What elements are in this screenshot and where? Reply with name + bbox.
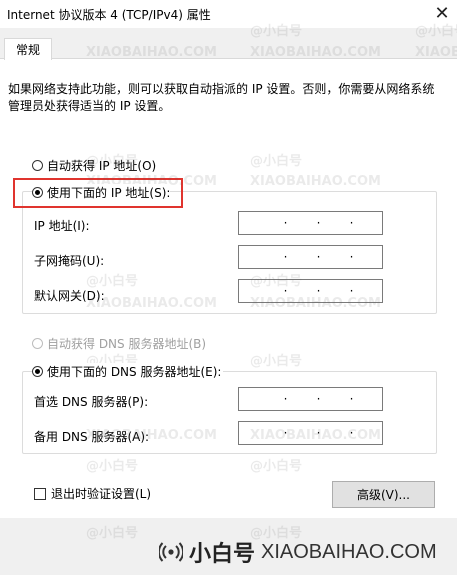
- auto-ip-label: 自动获得 IP 地址(O): [47, 159, 157, 173]
- alternate-dns-input[interactable]: · · ·: [238, 421, 383, 445]
- advanced-button[interactable]: 高级(V)...: [332, 481, 435, 508]
- close-button[interactable]: ✕: [427, 0, 457, 26]
- broadcast-icon: [159, 542, 183, 562]
- auto-ip-radio[interactable]: [32, 160, 43, 171]
- tab-general[interactable]: 常规: [4, 38, 52, 60]
- manual-ip-radio[interactable]: [32, 187, 43, 198]
- default-gateway-label: 默认网关(D):: [34, 289, 105, 303]
- window-title: Internet 协议版本 4 (TCP/IPv4) 属性: [7, 8, 211, 22]
- validate-checkbox[interactable]: [34, 487, 46, 500]
- manual-dns-option[interactable]: 使用下面的 DNS 服务器地址(E):: [32, 363, 224, 380]
- watermark-cn: 小白号: [189, 542, 256, 567]
- ip-address-input[interactable]: · · ·: [238, 211, 383, 235]
- watermark-brand: 小白号 XIAOBAIHAO.COM: [159, 536, 437, 568]
- preferred-dns-input[interactable]: · · ·: [238, 387, 383, 411]
- manual-dns-label: 使用下面的 DNS 服务器地址(E):: [47, 365, 222, 379]
- subnet-mask-label: 子网掩码(U):: [34, 254, 105, 268]
- auto-ip-option[interactable]: 自动获得 IP 地址(O): [32, 157, 156, 174]
- tab-strip: [0, 28, 457, 58]
- auto-dns-label: 自动获得 DNS 服务器地址(B): [47, 337, 207, 351]
- manual-ip-label: 使用下面的 IP 地址(S):: [47, 186, 171, 200]
- default-gateway-input[interactable]: · · ·: [238, 279, 383, 303]
- manual-ip-option[interactable]: 使用下面的 IP 地址(S):: [32, 184, 171, 201]
- watermark-en: XIAOBAIHAO.COM: [261, 540, 437, 563]
- manual-dns-radio[interactable]: [32, 366, 43, 377]
- subnet-mask-input[interactable]: · · ·: [238, 245, 383, 269]
- description-text: 如果网络支持此功能，则可以获取自动指派的 IP 设置。否则，你需要从网络系统管理…: [8, 82, 435, 113]
- close-icon: ✕: [434, 2, 450, 24]
- auto-dns-option[interactable]: 自动获得 DNS 服务器地址(B): [32, 335, 206, 352]
- preferred-dns-label: 首选 DNS 服务器(P):: [34, 395, 149, 409]
- alternate-dns-label: 备用 DNS 服务器(A):: [34, 430, 150, 444]
- validate-on-exit-option[interactable]: 退出时验证设置(L): [34, 485, 151, 502]
- auto-dns-radio[interactable]: [32, 338, 43, 349]
- ip-address-label: IP 地址(I):: [34, 219, 90, 233]
- validate-label: 退出时验证设置(L): [51, 487, 152, 501]
